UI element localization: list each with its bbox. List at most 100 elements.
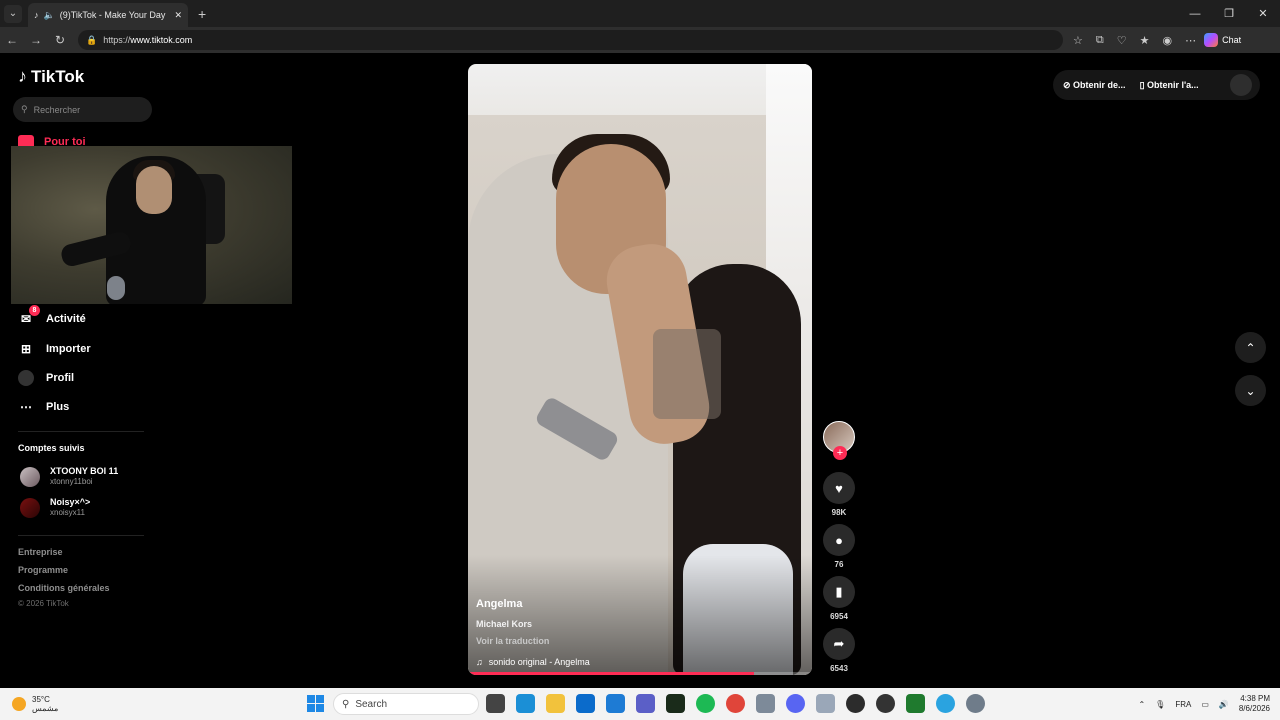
refresh-icon[interactable]: ↻ <box>48 33 72 47</box>
save-count: 6954 <box>830 612 848 621</box>
footer-link[interactable]: Conditions générales <box>18 583 110 593</box>
video-progress-bar[interactable] <box>468 672 812 675</box>
search-input[interactable]: ⚲ Rechercher <box>13 97 152 122</box>
spotify-icon[interactable] <box>696 694 715 713</box>
weather-desc: مشمس <box>32 704 59 713</box>
forward-icon[interactable]: → <box>24 33 48 47</box>
store-icon[interactable] <box>606 694 625 713</box>
microphone-icon[interactable]: 🎙 <box>1155 700 1165 709</box>
comment-button[interactable]: ● <box>823 524 855 556</box>
pinned-apps <box>486 694 985 713</box>
file-explorer-icon[interactable] <box>546 694 565 713</box>
user-avatar[interactable] <box>1230 74 1252 96</box>
sun-icon <box>12 697 26 711</box>
nav-profile[interactable]: Profil <box>18 370 74 386</box>
telegram-icon[interactable] <box>936 694 955 713</box>
video-author[interactable]: Angelma <box>476 598 590 610</box>
tiktok-logo[interactable]: ♪ TikTok <box>18 66 84 87</box>
terminal-icon[interactable] <box>906 694 925 713</box>
language-indicator[interactable]: FRA <box>1175 700 1191 709</box>
calculator-icon[interactable] <box>756 694 775 713</box>
action-rail: + ♥ 98K ● 76 ▮ 6954 ➦ 6543 <box>822 421 856 676</box>
new-tab-icon[interactable]: + <box>198 6 206 22</box>
following-account[interactable]: XTOONY BOI 11 xtonny11boi <box>20 466 118 487</box>
obs-icon[interactable] <box>876 694 895 713</box>
nav-upload[interactable]: ⊞ Importer <box>18 341 91 357</box>
creator-avatar[interactable]: + <box>823 421 855 460</box>
get-coins-button[interactable]: ⊘ Obtenir de... <box>1063 80 1126 91</box>
divider <box>18 431 144 432</box>
get-app-button[interactable]: ▯ Obtenir l'a... <box>1140 80 1199 91</box>
account-avatar <box>20 466 40 487</box>
teams-icon[interactable] <box>636 694 655 713</box>
discord-icon[interactable] <box>786 694 805 713</box>
taskbar-search-label: Search <box>355 698 388 710</box>
chevron-down-icon: ⌄ <box>1245 383 1256 398</box>
volume-icon[interactable]: 🔊 <box>1219 700 1229 709</box>
search-icon: ⚲ <box>342 698 350 710</box>
nav-activity[interactable]: ✉ 8 Activité <box>18 305 86 327</box>
browser-tab[interactable]: ♪ 🔈 (9)TikTok - Make Your Day ✕ <box>28 3 188 27</box>
clock-time: 4:38 PM <box>1240 694 1270 703</box>
footer-link[interactable]: Entreprise <box>18 547 63 557</box>
video-progress-fill <box>468 672 754 675</box>
translate-link[interactable]: Voir la traduction <box>476 636 590 646</box>
get-coins-label: Obtenir de... <box>1073 79 1126 90</box>
minimize-icon[interactable]: — <box>1178 0 1212 27</box>
previous-video-button[interactable]: ⌃ <box>1235 332 1266 363</box>
like-count: 98K <box>831 508 847 517</box>
tiktok-favicon-icon: ♪ <box>34 10 39 20</box>
outlook-icon[interactable] <box>576 694 595 713</box>
nav-activity-label: Activité <box>46 313 86 325</box>
comment-count: 76 <box>834 560 844 569</box>
lock-icon: 🔒 <box>86 34 98 45</box>
edge-icon[interactable] <box>516 694 535 713</box>
restore-icon[interactable]: ❐ <box>1212 0 1246 27</box>
taskbar-search[interactable]: ⚲ Search <box>333 693 479 715</box>
following-account[interactable]: Noisy×^> xnoisyx11 <box>20 497 90 518</box>
nav-profile-label: Profil <box>46 372 75 384</box>
snipping-tool-icon[interactable] <box>816 694 835 713</box>
network-icon[interactable]: ▭ <box>1201 700 1209 709</box>
xbox-icon[interactable] <box>846 694 865 713</box>
save-button[interactable]: ▮ <box>823 576 855 608</box>
close-tab-icon[interactable]: ✕ <box>174 10 182 21</box>
clock[interactable]: 4:38 PM 8/6/2026 <box>1239 694 1270 714</box>
weather-widget[interactable]: 35°C مشمس <box>12 695 58 713</box>
close-window-icon[interactable]: ✕ <box>1246 0 1280 27</box>
footer-link[interactable]: Programme <box>18 565 68 575</box>
like-button[interactable]: ♥ <box>823 472 855 504</box>
get-app-label: Obtenir l'a... <box>1147 79 1199 90</box>
more-options-icon[interactable]: ⋯ <box>1185 34 1196 47</box>
video-player[interactable]: Angelma Michael Kors Voir la traduction … <box>468 64 812 675</box>
weather-temp: 35°C <box>32 695 50 704</box>
chevron-up-icon[interactable]: ⌃ <box>1138 700 1145 709</box>
share-button[interactable]: ➦ <box>823 628 855 660</box>
video-description: Michael Kors <box>476 619 533 629</box>
favorites-icon[interactable]: ★ <box>1140 34 1150 47</box>
nvidia-icon[interactable] <box>666 694 685 713</box>
extensions-icon[interactable]: ⧉ <box>1096 34 1104 47</box>
back-icon[interactable]: ← <box>0 33 24 47</box>
comment-icon: ● <box>835 532 843 548</box>
profile-icon[interactable]: ◉ <box>1162 34 1172 47</box>
url-bar[interactable]: 🔒 https://www.tiktok.com <box>78 30 1063 50</box>
settings-icon[interactable] <box>966 694 985 713</box>
task-view-icon[interactable] <box>486 694 505 713</box>
follow-plus-icon[interactable]: + <box>833 446 847 460</box>
music-link[interactable]: ♫ sonido original - Angelma <box>476 657 590 667</box>
favorite-star-icon[interactable]: ☆ <box>1073 34 1083 47</box>
speaker-icon[interactable]: 🔈 <box>44 10 55 21</box>
chrome-icon[interactable] <box>726 694 745 713</box>
tiktok-page: ♪ TikTok ⚲ Rechercher Pour toi ✉ 8 Activi… <box>0 53 1280 688</box>
system-tray: ⌃ 🎙 FRA ▭ 🔊 4:38 PM 8/6/2026 <box>1138 688 1270 720</box>
chevron-up-icon: ⌃ <box>1245 340 1256 355</box>
nav-more[interactable]: ⋯ Plus <box>18 399 69 415</box>
tab-actions-icon[interactable]: ⌄ <box>4 4 22 23</box>
chat-label: Chat <box>1222 35 1242 45</box>
copilot-chat-button[interactable]: Chat <box>1204 33 1241 47</box>
video-glass <box>653 329 721 419</box>
next-video-button[interactable]: ⌄ <box>1235 375 1266 406</box>
browser-essentials-icon[interactable]: ♡ <box>1117 34 1127 47</box>
start-icon[interactable] <box>307 695 324 712</box>
